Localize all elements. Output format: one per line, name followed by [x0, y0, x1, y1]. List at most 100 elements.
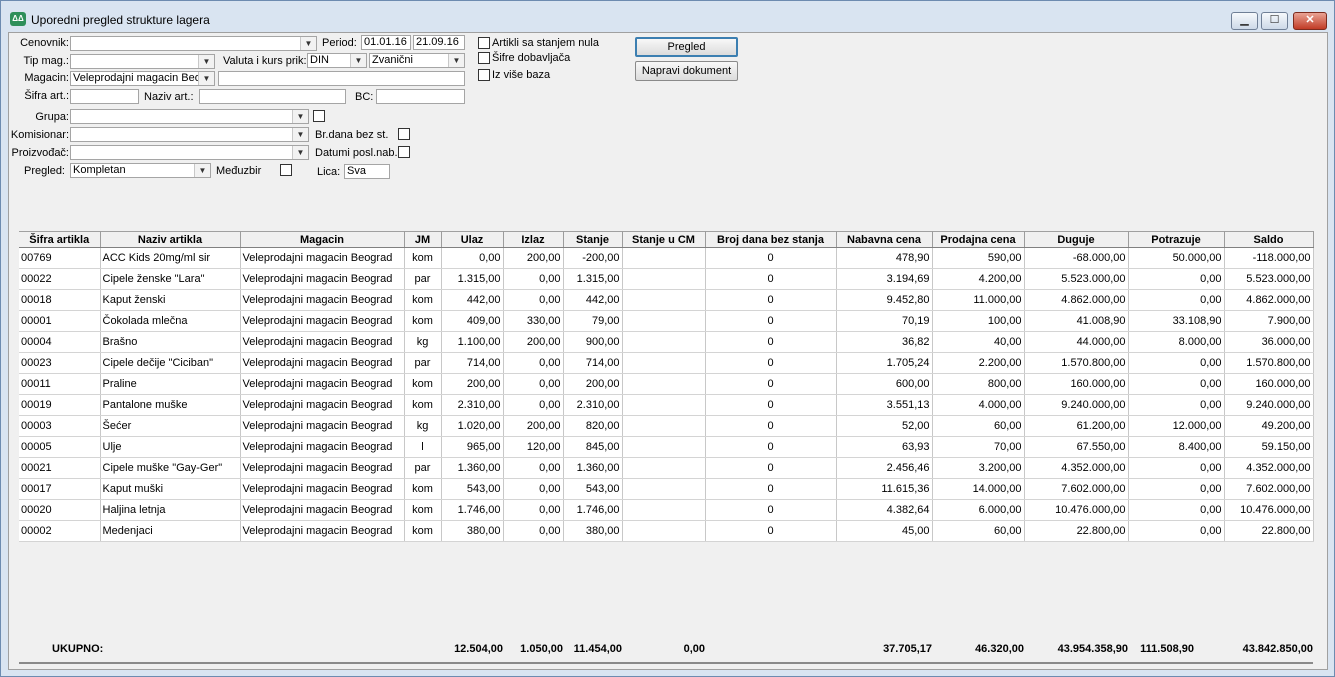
period-from-input[interactable]: 01.01.16 — [361, 35, 411, 50]
table-cell[interactable]: 800,00 — [932, 373, 1025, 395]
table-cell[interactable]: kom — [404, 289, 442, 311]
lica-input[interactable]: Sva — [344, 164, 390, 179]
table-cell[interactable]: 1.360,00 — [441, 457, 504, 479]
table-cell[interactable]: kom — [404, 310, 442, 332]
table-cell[interactable]: 70,19 — [836, 310, 933, 332]
column-header[interactable]: Saldo — [1224, 231, 1314, 248]
table-cell[interactable]: 0 — [705, 289, 837, 311]
table-row[interactable]: 00003 Šećer Veleprodajni magacin Beograd kg… — [19, 415, 1314, 437]
column-header[interactable]: Stanje u CM — [622, 231, 706, 248]
table-cell[interactable]: 00769 — [19, 247, 101, 269]
column-header[interactable]: Nabavna cena — [836, 231, 933, 248]
table-cell[interactable]: Kaput muški — [100, 478, 241, 500]
table-cell[interactable] — [622, 352, 706, 374]
table-cell[interactable]: 0 — [705, 268, 837, 290]
napravi-dokument-button[interactable]: Napravi dokument — [635, 61, 738, 81]
table-cell[interactable]: 330,00 — [503, 310, 564, 332]
table-cell[interactable]: 5.523.000,00 — [1224, 268, 1314, 290]
table-cell[interactable]: 4.200,00 — [932, 268, 1025, 290]
column-header[interactable]: Broj dana bez stanja — [705, 231, 837, 248]
table-cell[interactable]: 1.705,24 — [836, 352, 933, 374]
pregled-combo[interactable]: Kompletan ▼ — [70, 163, 211, 178]
magacin-combo[interactable]: Veleprodajni magacin Beo ▼ — [70, 71, 215, 86]
grupa-checkbox[interactable] — [313, 110, 325, 122]
table-row[interactable]: 00017 Kaput muški Veleprodajni magacin Beo… — [19, 478, 1314, 500]
table-cell[interactable]: 2.310,00 — [441, 394, 504, 416]
table-cell[interactable]: 0,00 — [1128, 394, 1225, 416]
table-cell[interactable] — [622, 499, 706, 521]
table-cell[interactable] — [622, 331, 706, 353]
table-cell[interactable]: Veleprodajni magacin Beograd — [240, 499, 405, 521]
table-cell[interactable]: 0 — [705, 352, 837, 374]
table-cell[interactable]: 00001 — [19, 310, 101, 332]
table-cell[interactable] — [622, 247, 706, 269]
chevron-down-icon[interactable]: ▼ — [194, 164, 210, 177]
table-cell[interactable]: 61.200,00 — [1024, 415, 1129, 437]
currency-combo[interactable]: DIN ▼ — [307, 53, 367, 68]
table-cell[interactable] — [622, 310, 706, 332]
table-cell[interactable]: 00023 — [19, 352, 101, 374]
table-cell[interactable]: 7.602.000,00 — [1024, 478, 1129, 500]
table-cell[interactable]: 820,00 — [563, 415, 623, 437]
table-cell[interactable]: 543,00 — [441, 478, 504, 500]
chevron-down-icon[interactable]: ▼ — [292, 146, 308, 159]
chevron-down-icon[interactable]: ▼ — [448, 54, 464, 67]
table-cell[interactable]: 00017 — [19, 478, 101, 500]
column-header[interactable]: Magacin — [240, 231, 405, 248]
table-cell[interactable]: 1.746,00 — [563, 499, 623, 521]
title-bar[interactable]: ΔΔ Uporedni pregled strukture lagera ▁ ☐… — [1, 1, 1334, 33]
table-cell[interactable]: 00022 — [19, 268, 101, 290]
table-cell[interactable]: 41.008,90 — [1024, 310, 1129, 332]
table-cell[interactable]: 50.000,00 — [1128, 247, 1225, 269]
column-header[interactable]: Duguje — [1024, 231, 1129, 248]
table-cell[interactable]: l — [404, 436, 442, 458]
column-header[interactable]: Naziv artikla — [100, 231, 241, 248]
table-cell[interactable]: 0 — [705, 373, 837, 395]
table-cell[interactable]: 965,00 — [441, 436, 504, 458]
table-cell[interactable] — [622, 457, 706, 479]
table-cell[interactable]: 714,00 — [563, 352, 623, 374]
table-cell[interactable]: kom — [404, 499, 442, 521]
table-cell[interactable]: 200,00 — [503, 247, 564, 269]
table-cell[interactable]: kom — [404, 394, 442, 416]
table-cell[interactable]: par — [404, 457, 442, 479]
table-cell[interactable]: 00011 — [19, 373, 101, 395]
table-cell[interactable]: 0,00 — [1128, 457, 1225, 479]
table-cell[interactable]: 0,00 — [1128, 289, 1225, 311]
table-cell[interactable]: Veleprodajni magacin Beograd — [240, 415, 405, 437]
table-cell[interactable]: 00005 — [19, 436, 101, 458]
table-cell[interactable]: 120,00 — [503, 436, 564, 458]
table-cell[interactable]: 3.194,69 — [836, 268, 933, 290]
table-cell[interactable]: 0 — [705, 415, 837, 437]
table-cell[interactable]: 70,00 — [932, 436, 1025, 458]
table-cell[interactable]: 14.000,00 — [932, 478, 1025, 500]
table-cell[interactable]: 409,00 — [441, 310, 504, 332]
table-cell[interactable]: 200,00 — [503, 415, 564, 437]
table-cell[interactable]: 200,00 — [441, 373, 504, 395]
table-cell[interactable]: 1.360,00 — [563, 457, 623, 479]
table-cell[interactable]: 12.000,00 — [1128, 415, 1225, 437]
table-cell[interactable] — [622, 373, 706, 395]
table-cell[interactable]: 7.900,00 — [1224, 310, 1314, 332]
table-cell[interactable]: kg — [404, 415, 442, 437]
maximize-button[interactable]: ☐ — [1261, 12, 1288, 30]
komisionar-combo[interactable]: ▼ — [70, 127, 309, 142]
table-cell[interactable]: 22.800,00 — [1224, 520, 1314, 542]
table-cell[interactable]: Veleprodajni magacin Beograd — [240, 373, 405, 395]
table-cell[interactable]: 0 — [705, 247, 837, 269]
table-cell[interactable]: 00020 — [19, 499, 101, 521]
table-cell[interactable]: 0 — [705, 499, 837, 521]
table-cell[interactable]: 200,00 — [503, 331, 564, 353]
chevron-down-icon[interactable]: ▼ — [350, 54, 366, 67]
table-cell[interactable]: 0,00 — [1128, 478, 1225, 500]
table-row[interactable]: 00011 Praline Veleprodajni magacin Beograd… — [19, 373, 1314, 395]
table-cell[interactable]: 00021 — [19, 457, 101, 479]
sifra-art-input[interactable] — [70, 89, 139, 104]
table-cell[interactable] — [622, 520, 706, 542]
table-cell[interactable]: 5.523.000,00 — [1024, 268, 1129, 290]
table-cell[interactable]: Brašno — [100, 331, 241, 353]
table-cell[interactable]: 100,00 — [932, 310, 1025, 332]
table-cell[interactable]: Kaput ženski — [100, 289, 241, 311]
table-cell[interactable]: 9.240.000,00 — [1224, 394, 1314, 416]
table-cell[interactable]: Veleprodajni magacin Beograd — [240, 478, 405, 500]
